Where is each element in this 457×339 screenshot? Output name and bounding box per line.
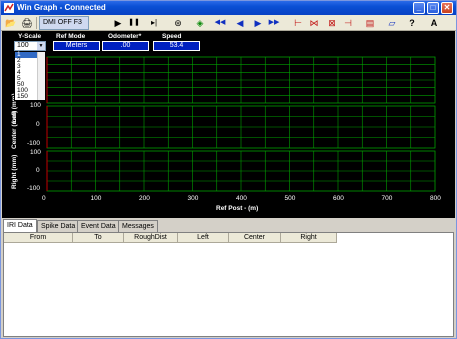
column-header-roughdist[interactable]: RoughDist bbox=[124, 233, 178, 243]
title-bar: Win Graph - Connected _ □ ✕ bbox=[1, 1, 456, 15]
forward-icon[interactable]: ▶ bbox=[251, 16, 265, 30]
x-tick-label: 0 bbox=[42, 195, 46, 202]
x-tick-label: 600 bbox=[333, 195, 344, 202]
report-icon[interactable]: ▤ bbox=[363, 16, 377, 30]
print-icon[interactable]: 🖨 bbox=[20, 16, 34, 30]
rewind-icon[interactable]: ◀ bbox=[233, 16, 247, 30]
tab-messages[interactable]: Messages bbox=[118, 220, 158, 232]
yscale-options-list[interactable]: 1 2 3 4 5 50 100 150 bbox=[14, 51, 46, 101]
tab-spike-data[interactable]: Spike Data bbox=[37, 220, 80, 232]
dmi-toggle-button[interactable]: DMI OFF F3 bbox=[39, 16, 89, 30]
forward-fast-icon[interactable]: ▶▶ bbox=[267, 16, 281, 30]
open-folder-icon[interactable]: 📂 bbox=[4, 16, 18, 30]
font-icon[interactable]: A bbox=[427, 16, 441, 30]
column-header-center[interactable]: Center bbox=[229, 233, 281, 243]
right-tick-100: 100 bbox=[30, 149, 41, 156]
marker-left-icon[interactable]: ⊢ bbox=[291, 16, 305, 30]
center-tick-100: 100 bbox=[30, 102, 41, 109]
x-tick-label: 700 bbox=[381, 195, 393, 202]
navigate-icon[interactable]: ◈ bbox=[193, 16, 207, 30]
x-tick-label: 200 bbox=[139, 195, 150, 202]
graph-plot bbox=[46, 56, 436, 192]
center-tick-0: 0 bbox=[36, 121, 40, 128]
eraser-icon[interactable]: ▱ bbox=[385, 16, 399, 30]
x-axis-label: Ref Post - (m) bbox=[216, 205, 259, 212]
app-window: Win Graph - Connected _ □ ✕ 📂 🖨 DMI OFF … bbox=[0, 0, 457, 339]
minimize-button[interactable]: _ bbox=[413, 2, 425, 14]
toolbar: 📂 🖨 DMI OFF F3 ▶ ❚❚ ▸| ⊛ ◈ ◀◀ ◀ ▶ ▶▶ ⊢ ⋈… bbox=[1, 15, 456, 31]
marker-middle-icon[interactable]: ⋈ bbox=[307, 16, 321, 30]
close-button[interactable]: ✕ bbox=[441, 2, 453, 14]
column-header-to[interactable]: To bbox=[73, 233, 124, 243]
column-header-right[interactable]: Right bbox=[281, 233, 337, 243]
tab-event-data[interactable]: Event Data bbox=[77, 220, 120, 232]
center-tick-neg100: -100 bbox=[27, 140, 41, 147]
help-icon[interactable]: ? bbox=[405, 16, 419, 30]
yscale-scrollbar[interactable] bbox=[37, 52, 45, 100]
x-tick-label: 100 bbox=[90, 195, 102, 202]
play-icon[interactable]: ▶ bbox=[111, 16, 125, 30]
marker-box-icon[interactable]: ⊠ bbox=[325, 16, 339, 30]
right-tick-0: 0 bbox=[36, 167, 40, 174]
marker-right-icon[interactable]: ⊣ bbox=[341, 16, 355, 30]
x-tick-label: 800 bbox=[430, 195, 441, 202]
pause-icon[interactable]: ❚❚ bbox=[127, 16, 141, 30]
column-header-left[interactable]: Left bbox=[178, 233, 229, 243]
x-tick-label: 300 bbox=[187, 195, 199, 202]
right-axis-label: Right (mm) bbox=[11, 154, 18, 189]
rewind-fast-icon[interactable]: ◀◀ bbox=[213, 16, 227, 30]
x-tick-label: 500 bbox=[284, 195, 296, 202]
window-title: Win Graph - Connected bbox=[17, 3, 106, 12]
right-tick-neg100: -100 bbox=[27, 185, 41, 192]
data-table: From To RoughDist Left Center Right bbox=[3, 232, 454, 337]
target-icon[interactable]: ⊛ bbox=[171, 16, 185, 30]
graph-panel: Y-Scale Ref Mode Odometer* Speed 100 ▼ M… bbox=[2, 31, 455, 218]
toolbar-separator bbox=[36, 17, 37, 29]
maximize-button[interactable]: □ bbox=[427, 2, 439, 14]
column-header-from[interactable]: From bbox=[4, 233, 73, 243]
center-axis-label: Center (mm) bbox=[11, 110, 18, 149]
app-icon bbox=[4, 3, 14, 13]
x-tick-label: 400 bbox=[236, 195, 247, 202]
step-icon[interactable]: ▸| bbox=[147, 16, 161, 30]
tab-iri-data[interactable]: IRI Data bbox=[3, 219, 37, 232]
